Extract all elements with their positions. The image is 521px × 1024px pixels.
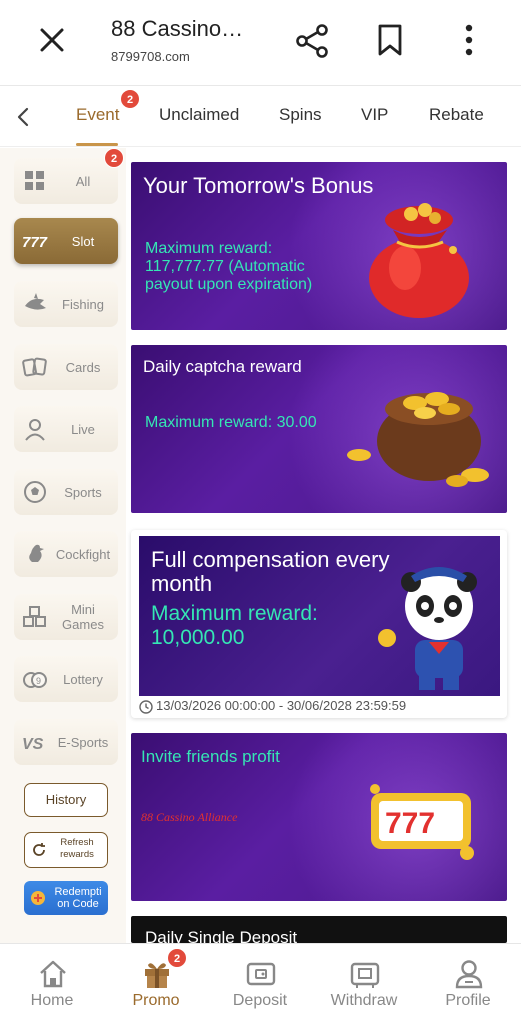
promo-card-daily-captcha[interactable]: Daily captcha reward Maximum reward: 30.… bbox=[131, 345, 507, 513]
sidebar-item-label: Sports bbox=[64, 484, 102, 500]
sidebar-item-all[interactable]: All bbox=[14, 158, 118, 204]
svg-text:777: 777 bbox=[22, 234, 48, 251]
nav-withdraw[interactable]: Withdraw bbox=[312, 944, 416, 1024]
alliance-text: 88 Cassino Alliance bbox=[141, 810, 238, 824]
nav-label: Promo bbox=[132, 992, 180, 1009]
sidebar-item-fishing[interactable]: Fishing bbox=[14, 281, 118, 327]
card-title: Daily captcha reward bbox=[143, 357, 302, 376]
rooster-icon bbox=[29, 544, 44, 562]
nav-profile[interactable]: Profile bbox=[416, 944, 520, 1024]
gift-code-icon bbox=[31, 891, 45, 905]
withdraw-icon bbox=[350, 962, 380, 988]
grid-icon bbox=[25, 171, 44, 190]
tab-rebate[interactable]: Rebate bbox=[429, 105, 484, 125]
card-banner: Full compensation every month Maximum re… bbox=[139, 536, 500, 696]
card-title: Your Tomorrow's Bonus bbox=[143, 173, 374, 198]
promo-card-daily-deposit[interactable]: Daily Single Deposit bbox=[131, 916, 507, 943]
share-icon[interactable] bbox=[293, 22, 331, 60]
card-subtitle: Maximum reward: bbox=[151, 602, 318, 625]
page-title: 88 Cassino… bbox=[111, 16, 244, 41]
tab-unclaimed[interactable]: Unclaimed bbox=[159, 105, 239, 125]
card-amount: 10,000.00 bbox=[151, 626, 245, 649]
shark-icon bbox=[25, 293, 46, 310]
home-icon bbox=[40, 960, 66, 988]
nav-promo-badge: 2 bbox=[167, 948, 187, 968]
lottery-ball-icon: 9 bbox=[23, 672, 47, 688]
page-url: 8799708.com bbox=[111, 49, 190, 64]
vs-icon: VS bbox=[22, 736, 44, 753]
nav-label: Withdraw bbox=[330, 992, 398, 1009]
card-text: Maximum reward: 117,777.77 (Automatic pa… bbox=[145, 240, 313, 293]
sidebar-item-sports[interactable]: Sports bbox=[14, 469, 118, 515]
sidebar-item-esports[interactable]: VS E-Sports bbox=[14, 719, 118, 765]
slot-machine-777-icon: 777 bbox=[370, 784, 474, 860]
refresh-rewards-button[interactable]: Refresh rewards bbox=[24, 832, 108, 868]
sidebar-item-label: E-Sports bbox=[57, 734, 109, 750]
nav-label: Home bbox=[30, 992, 74, 1009]
sidebar-item-lottery[interactable]: 9 Lottery bbox=[14, 656, 118, 702]
promo-card-full-compensation[interactable]: Full compensation every month Maximum re… bbox=[131, 530, 507, 718]
history-button[interactable]: History bbox=[24, 783, 108, 817]
wallet-icon bbox=[246, 962, 276, 986]
sidebar-all-badge: 2 bbox=[104, 148, 124, 168]
sidebar-item-label: Fishing bbox=[62, 296, 104, 312]
chevron-left-icon[interactable] bbox=[10, 103, 38, 131]
tab-event[interactable]: Event bbox=[76, 105, 119, 125]
sidebar-item-cards[interactable]: Cards bbox=[14, 344, 118, 390]
tab-event-badge: 2 bbox=[120, 89, 140, 109]
nav-home[interactable]: Home bbox=[0, 944, 104, 1024]
red-money-bag-icon bbox=[369, 203, 469, 318]
tab-active-indicator bbox=[76, 143, 118, 146]
slot-777-icon: 777 bbox=[22, 234, 48, 251]
clock-icon bbox=[139, 700, 153, 714]
close-icon[interactable] bbox=[34, 22, 70, 58]
promo-card-tomorrows-bonus[interactable]: Your Tomorrow's Bonus Maximum reward: 11… bbox=[131, 162, 507, 330]
redemption-code-button[interactable]: Redempti on Code bbox=[24, 881, 108, 915]
gold-coin-bag-icon bbox=[347, 392, 489, 487]
card-title: Invite friends profit bbox=[141, 747, 280, 766]
sidebar-item-label: All bbox=[75, 173, 91, 189]
sidebar-item-label: Mini Games bbox=[62, 602, 104, 632]
more-options-icon[interactable] bbox=[454, 22, 484, 58]
sidebar-item-label: Cockfight bbox=[55, 546, 111, 562]
svg-text:9: 9 bbox=[36, 676, 41, 686]
nav-label: Profile bbox=[445, 992, 491, 1009]
promo-tabs: Event 2 Unclaimed Spins VIP Rebate bbox=[0, 87, 521, 147]
date-range: 13/03/2026 00:00:00 - 30/06/2028 23:59:5… bbox=[156, 698, 407, 713]
sidebar-item-live[interactable]: Live bbox=[14, 406, 118, 452]
profile-icon bbox=[455, 960, 483, 989]
sidebar-item-cockfight[interactable]: Cockfight bbox=[14, 531, 118, 577]
sidebar-item-label: Cards bbox=[65, 359, 101, 375]
tab-spins[interactable]: Spins bbox=[279, 105, 322, 125]
dealer-icon bbox=[25, 419, 45, 441]
card-title: Daily Single Deposit bbox=[145, 928, 298, 943]
tab-vip[interactable]: VIP bbox=[361, 105, 388, 125]
refresh-icon bbox=[33, 843, 45, 856]
playing-cards-icon bbox=[22, 357, 47, 377]
category-sidebar: All 2 777 Slot Fishing Cards Live Sports… bbox=[0, 148, 126, 943]
sidebar-item-label: Lottery bbox=[63, 671, 103, 687]
card-text: Maximum reward: 30.00 bbox=[145, 414, 317, 431]
refresh-rewards-label: Refresh rewards bbox=[60, 837, 94, 860]
bottom-navigation: Home Promo 2 Deposit Withdraw Profile bbox=[0, 943, 521, 1024]
svg-text:VS: VS bbox=[22, 736, 44, 753]
sidebar-item-slot[interactable]: 777 Slot bbox=[14, 218, 118, 264]
cubes-icon bbox=[23, 606, 46, 627]
panda-mascot-icon bbox=[378, 567, 477, 690]
promo-card-invite-friends[interactable]: Invite friends profit 88 Cassino Allianc… bbox=[131, 733, 507, 901]
nav-label: Deposit bbox=[232, 992, 288, 1009]
browser-toolbar: 88 Cassino… 8799708.com bbox=[0, 0, 521, 86]
svg-text:777: 777 bbox=[385, 807, 435, 840]
sidebar-item-label: Slot bbox=[71, 233, 95, 249]
nav-deposit[interactable]: Deposit bbox=[208, 944, 312, 1024]
redemption-code-label: Redempti on Code bbox=[54, 886, 102, 910]
sidebar-item-label: Live bbox=[71, 421, 95, 437]
nav-promo[interactable]: Promo bbox=[104, 944, 208, 1024]
bookmark-icon[interactable] bbox=[372, 22, 408, 58]
sidebar-item-mini-games[interactable]: Mini Games bbox=[14, 594, 118, 640]
soccer-ball-icon bbox=[24, 481, 46, 503]
